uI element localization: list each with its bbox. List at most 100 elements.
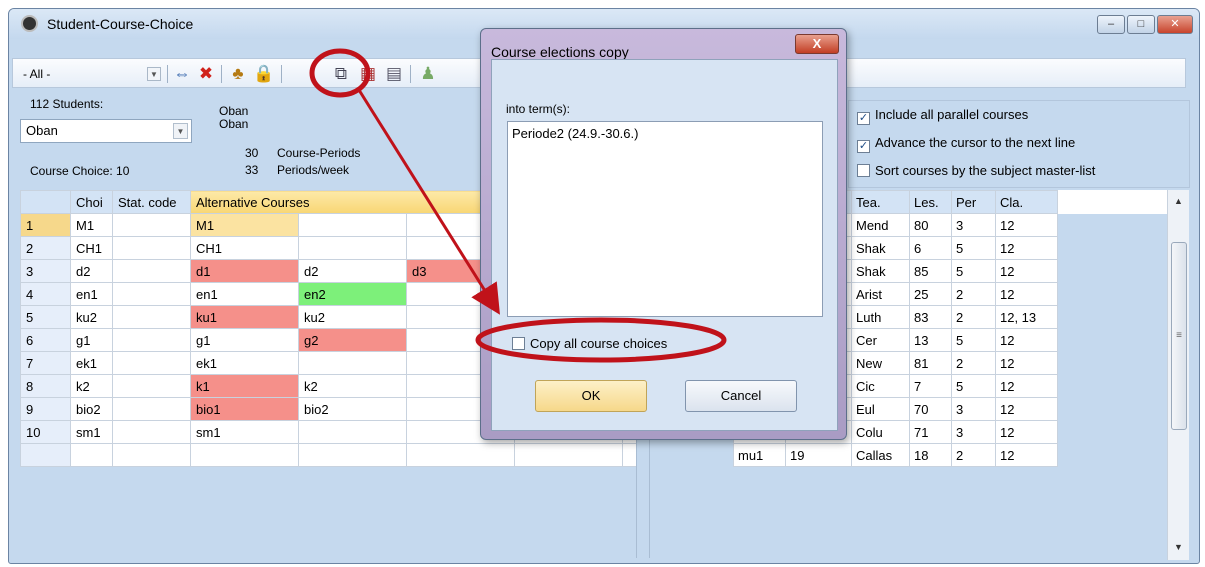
list-classes-cell[interactable]: 12 [995, 236, 1058, 260]
copy-elections-icon[interactable]: ⧉ [330, 63, 352, 85]
list-periods-cell[interactable]: 5 [951, 374, 996, 398]
list-teacher-cell[interactable]: Luth [851, 305, 910, 329]
stat-code-cell[interactable] [112, 305, 191, 329]
choice-cell[interactable]: d2 [70, 259, 113, 283]
choice-cell[interactable]: CH1 [70, 236, 113, 260]
choice-cell[interactable]: sm1 [70, 420, 113, 444]
row-number[interactable]: 8 [20, 374, 71, 398]
alternative-course-cell[interactable]: CH1 [190, 236, 299, 260]
scroll-up-icon[interactable]: ▲ [1174, 196, 1183, 206]
list-teacher-cell[interactable]: Mend [851, 213, 910, 237]
alternative-course-cell[interactable]: ku1 [190, 305, 299, 329]
empty-cell[interactable] [514, 443, 623, 467]
dialog-close-button[interactable]: X [795, 34, 839, 54]
maximize-button[interactable]: □ [1127, 15, 1155, 34]
include-parallel-checkbox[interactable]: ✓ [857, 112, 870, 125]
alternative-course-cell[interactable]: d2 [298, 259, 407, 283]
include-parallel-option[interactable]: ✓ Include all parallel courses [857, 107, 1028, 125]
list-periods-cell[interactable]: 5 [951, 328, 996, 352]
list-periods-cell[interactable]: 3 [951, 420, 996, 444]
list-classes-cell[interactable]: 12 [995, 282, 1058, 306]
choice-cell[interactable]: ek1 [70, 351, 113, 375]
minimize-button[interactable]: – [1097, 15, 1125, 34]
stat-code-cell[interactable] [112, 282, 191, 306]
list-classes-cell[interactable]: 12, 13 [995, 305, 1058, 329]
empty-cell[interactable] [20, 443, 71, 467]
stat-code-cell[interactable] [112, 328, 191, 352]
list-lessons-cell[interactable]: 70 [909, 397, 952, 421]
list-classes-cell[interactable]: 12 [995, 351, 1058, 375]
teacher-header[interactable]: Tea. [851, 190, 910, 214]
scroll-down-icon[interactable]: ▼ [1174, 542, 1183, 552]
choice-cell[interactable]: M1 [70, 213, 113, 237]
list-teacher-cell[interactable]: Cic [851, 374, 910, 398]
row-number[interactable]: 1 [20, 213, 71, 237]
course-copy-icon[interactable]: ▤ [383, 63, 405, 85]
list-row[interactable]: mu1 19 Callas 18 2 12 [733, 443, 1168, 467]
list-periods-cell[interactable]: 5 [951, 236, 996, 260]
row-number[interactable]: 6 [20, 328, 71, 352]
alternative-course-cell[interactable]: en2 [298, 282, 407, 306]
empty-cell[interactable] [112, 443, 191, 467]
list-lessons-cell[interactable]: 81 [909, 351, 952, 375]
row-number[interactable]: 10 [20, 420, 71, 444]
list-classes-cell[interactable]: 12 [995, 213, 1058, 237]
list-classes-cell[interactable]: 12 [995, 420, 1058, 444]
list-periods-cell[interactable]: 3 [951, 397, 996, 421]
classes-header[interactable]: Cla. [995, 190, 1058, 214]
alternative-course-cell[interactable]: bio2 [298, 397, 407, 421]
choice-cell[interactable]: bio2 [70, 397, 113, 421]
empty-cell[interactable] [298, 443, 407, 467]
stat-code-cell[interactable] [112, 351, 191, 375]
empty-row[interactable] [20, 443, 731, 467]
list-course-cell[interactable]: mu1 [733, 443, 786, 467]
alternative-course-cell[interactable]: ku2 [298, 305, 407, 329]
list-lessons-cell[interactable]: 13 [909, 328, 952, 352]
delete-x-icon[interactable]: ✖ [195, 63, 217, 85]
alternative-course-cell[interactable]: g1 [190, 328, 299, 352]
row-number[interactable]: 3 [20, 259, 71, 283]
list-teacher-cell[interactable]: Eul [851, 397, 910, 421]
list-periods-cell[interactable]: 3 [951, 213, 996, 237]
list-teacher-cell[interactable]: Cer [851, 328, 910, 352]
alternative-course-cell[interactable] [298, 213, 407, 237]
stat-code-cell[interactable] [112, 236, 191, 260]
chevron-down-icon[interactable]: ▼ [173, 123, 188, 139]
list-lessons-cell[interactable]: 25 [909, 282, 952, 306]
stat-code-cell[interactable] [112, 213, 191, 237]
alternative-course-cell[interactable] [298, 351, 407, 375]
alternative-course-cell[interactable]: k2 [298, 374, 407, 398]
row-number[interactable]: 4 [20, 282, 71, 306]
ok-button[interactable]: OK [535, 380, 647, 412]
stat-code-cell[interactable] [112, 397, 191, 421]
choice-header[interactable]: Choi [70, 190, 113, 214]
copy-all-option[interactable]: Copy all course choices [512, 336, 667, 351]
row-number[interactable]: 2 [20, 236, 71, 260]
stat-code-cell[interactable] [112, 374, 191, 398]
alternative-course-cell[interactable] [298, 420, 407, 444]
periods-header[interactable]: Per [951, 190, 996, 214]
alternative-course-cell[interactable]: M1 [190, 213, 299, 237]
term-list[interactable]: Periode2 (24.9.-30.6.) [507, 121, 823, 317]
choice-cell[interactable]: g1 [70, 328, 113, 352]
list-classes-cell[interactable]: 12 [995, 328, 1058, 352]
list-classes-cell[interactable]: 12 [995, 374, 1058, 398]
list-lessons-cell[interactable]: 7 [909, 374, 952, 398]
alternative-course-cell[interactable]: ek1 [190, 351, 299, 375]
alternative-course-cell[interactable]: d1 [190, 259, 299, 283]
chevron-down-icon[interactable]: ▼ [147, 67, 161, 81]
alternative-course-cell[interactable]: k1 [190, 374, 299, 398]
list-lessons-cell[interactable]: 6 [909, 236, 952, 260]
sort-courses-checkbox[interactable] [857, 164, 870, 177]
list-teacher-cell[interactable]: Colu [851, 420, 910, 444]
list-num-cell[interactable]: 19 [785, 443, 852, 467]
cancel-button[interactable]: Cancel [685, 380, 797, 412]
person-settings-icon[interactable]: ♟ [417, 63, 439, 85]
empty-cell[interactable] [190, 443, 299, 467]
advance-cursor-checkbox[interactable]: ✓ [857, 140, 870, 153]
list-periods-cell[interactable]: 2 [951, 443, 996, 467]
copy-all-checkbox[interactable] [512, 337, 525, 350]
list-classes-cell[interactable]: 12 [995, 259, 1058, 283]
list-periods-cell[interactable]: 2 [951, 351, 996, 375]
filter-combo[interactable]: - All - ▼ [21, 64, 161, 84]
